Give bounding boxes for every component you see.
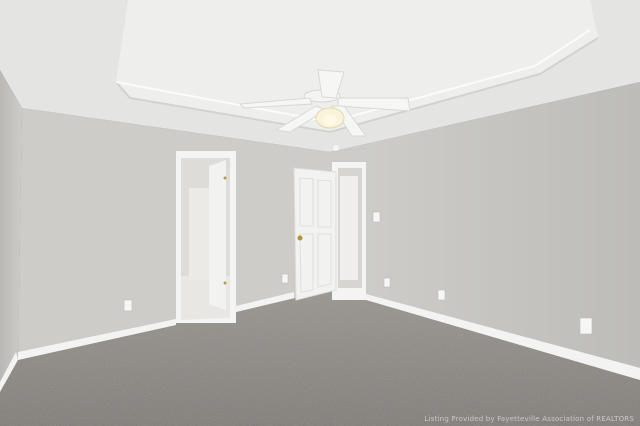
outlet-icon	[579, 317, 593, 335]
outlet-icon	[437, 289, 446, 301]
listing-watermark: Listing Provided by Fayetteville Associa…	[424, 415, 634, 423]
outlet-icon	[281, 273, 289, 284]
hallway-door	[340, 176, 358, 280]
door-hinge-icon	[223, 176, 227, 180]
bathroom-door[interactable]	[209, 160, 226, 310]
room-photo	[0, 0, 640, 426]
smoke-detector	[333, 145, 339, 151]
light-switch-icon[interactable]	[372, 211, 381, 223]
bathtub-panel	[189, 188, 211, 280]
bedroom-door-area[interactable]	[293, 162, 366, 301]
door-knob-icon[interactable]	[297, 235, 303, 241]
outlet-icon	[383, 277, 391, 288]
outlet-icon	[123, 299, 133, 312]
bathroom-doorway[interactable]	[176, 151, 236, 323]
